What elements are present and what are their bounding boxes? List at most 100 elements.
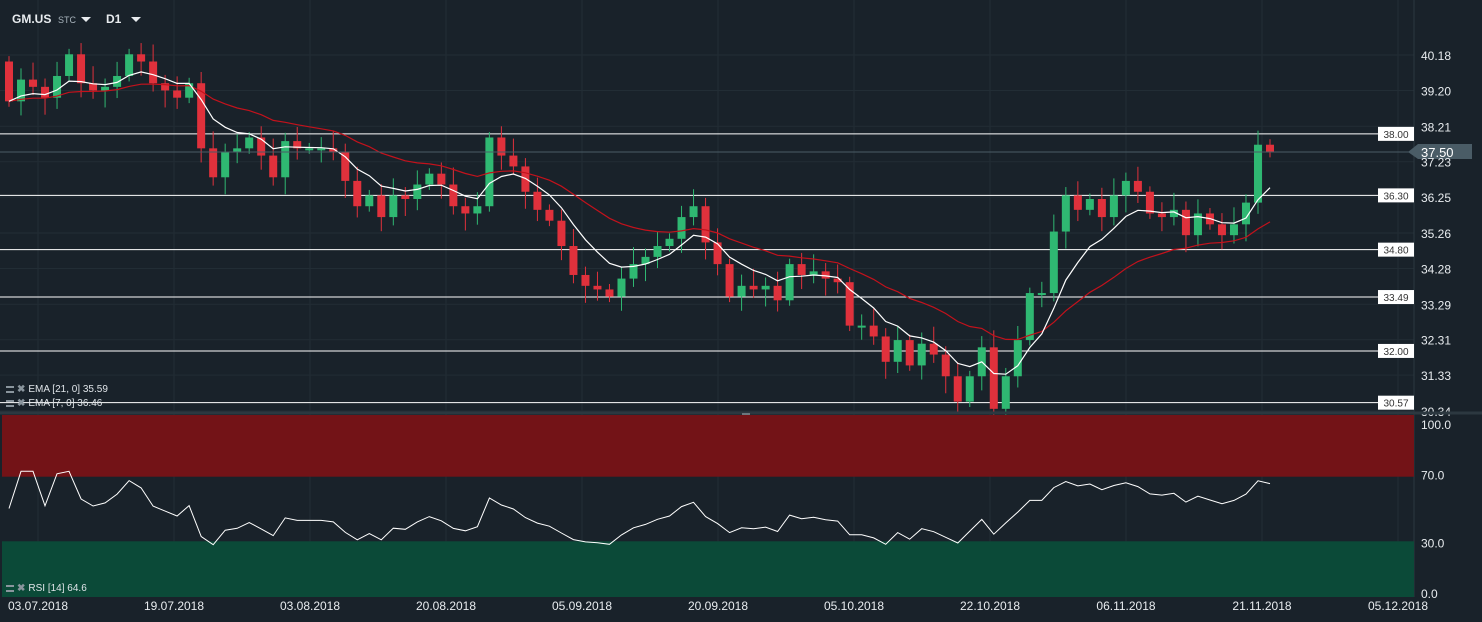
candle-body: [593, 285, 602, 290]
candle: [293, 126, 302, 160]
candle-body: [689, 206, 698, 218]
candle: [257, 126, 266, 170]
level-label: 34.80: [1383, 246, 1408, 257]
level-label: 33.49: [1383, 293, 1408, 304]
candle-body: [53, 75, 62, 98]
rsi-axis-label: 70.0: [1421, 469, 1445, 483]
candle-body: [653, 246, 662, 257]
candle: [281, 132, 290, 195]
candle: [1109, 178, 1118, 226]
candle-body: [881, 336, 890, 362]
candle: [65, 48, 74, 82]
candle-body: [581, 274, 590, 286]
candle-body: [257, 137, 266, 156]
level-label: 32.00: [1383, 347, 1408, 358]
candle: [545, 204, 554, 227]
settings-icon[interactable]: [6, 400, 14, 407]
candle-body: [65, 54, 74, 76]
candle-body: [1097, 198, 1106, 218]
candle: [653, 231, 662, 269]
price-axis-label: 35.26: [1421, 227, 1451, 241]
close-icon[interactable]: ✖: [17, 583, 25, 594]
date-axis-label: 19.07.2018: [144, 599, 204, 613]
candle: [1181, 201, 1190, 253]
candle-body: [1229, 224, 1238, 236]
candle-body: [305, 148, 314, 151]
date-axis-label: 05.12.2018: [1368, 599, 1428, 613]
date-axis-label: 05.09.2018: [552, 599, 612, 613]
legend-ema7[interactable]: ✖ EMA [7, 0] 36.46: [6, 398, 102, 409]
candle-body: [893, 340, 902, 362]
candle-body: [605, 289, 614, 297]
candle: [1253, 130, 1262, 214]
candle: [197, 72, 206, 163]
candle: [485, 132, 494, 212]
legend-rsi[interactable]: ✖ RSI [14] 64.6: [6, 583, 87, 594]
price-axis-label: 36.25: [1421, 191, 1451, 205]
candle-body: [173, 90, 182, 98]
candle-body: [1025, 293, 1034, 341]
candle: [677, 205, 686, 253]
date-axis-label: 22.10.2018: [960, 599, 1020, 613]
interval-dropdown[interactable]: D1: [106, 12, 121, 26]
candle-body: [509, 155, 518, 167]
candle-body: [749, 285, 758, 290]
candle-body: [773, 285, 782, 301]
date-axis-label: 21.11.2018: [1232, 599, 1291, 613]
candle: [329, 131, 338, 161]
candle-body: [761, 285, 770, 290]
candle: [1013, 325, 1022, 388]
candle-body: [1253, 144, 1262, 203]
settings-icon[interactable]: [6, 386, 14, 393]
price-axis-label: 33.29: [1421, 298, 1451, 312]
close-icon[interactable]: ✖: [17, 398, 25, 409]
candle-body: [401, 195, 410, 199]
candle-body: [1181, 209, 1190, 236]
candle: [749, 268, 758, 298]
panel-resize-handle[interactable]: [742, 413, 750, 415]
candle-body: [377, 195, 386, 218]
candle: [965, 370, 974, 408]
level-label: 30.57: [1383, 399, 1408, 410]
candle-body: [941, 354, 950, 377]
candle-body: [317, 148, 326, 151]
settings-icon[interactable]: [6, 585, 14, 592]
rsi-axis-label: 30.0: [1421, 536, 1445, 550]
legend-ema21[interactable]: ✖ EMA [21, 0] 35.59: [6, 384, 108, 395]
candle: [1217, 213, 1226, 250]
trading-chart[interactable]: 38.0036.3034.8033.4932.0030.5737.5040.18…: [0, 0, 1482, 622]
date-axis-label: 20.09.2018: [688, 599, 748, 613]
candle: [89, 66, 98, 99]
candle-body: [221, 151, 230, 178]
candle: [497, 126, 506, 170]
close-icon[interactable]: ✖: [17, 384, 25, 395]
chevron-down-icon[interactable]: [131, 17, 141, 22]
candle-body: [365, 195, 374, 207]
symbol-label: GM.US: [12, 12, 52, 26]
candle: [1061, 187, 1070, 249]
price-axis-label: 40.18: [1421, 49, 1451, 63]
candle-body: [1037, 293, 1046, 296]
candle-body: [101, 86, 110, 91]
date-axis-label: 05.10.2018: [824, 599, 884, 613]
chevron-down-icon[interactable]: [81, 17, 91, 22]
instrument-type-dropdown[interactable]: STC: [58, 15, 76, 25]
candle: [365, 189, 374, 212]
level-label: 38.00: [1383, 130, 1408, 141]
candle-body: [485, 137, 494, 207]
price-axis-label: 34.28: [1421, 262, 1451, 276]
candle: [377, 184, 386, 232]
candle-body: [1145, 191, 1154, 214]
candle: [881, 328, 890, 379]
candle: [893, 325, 902, 374]
candle: [461, 197, 470, 231]
candle-body: [41, 86, 50, 98]
candle-body: [413, 184, 422, 199]
candle: [1037, 281, 1046, 308]
candle-body: [905, 340, 914, 366]
candle: [1097, 187, 1106, 232]
level-label: 36.30: [1383, 191, 1408, 202]
candle-body: [1217, 224, 1226, 236]
candle-body: [545, 209, 554, 221]
price-axis-label: 37.23: [1421, 156, 1451, 170]
